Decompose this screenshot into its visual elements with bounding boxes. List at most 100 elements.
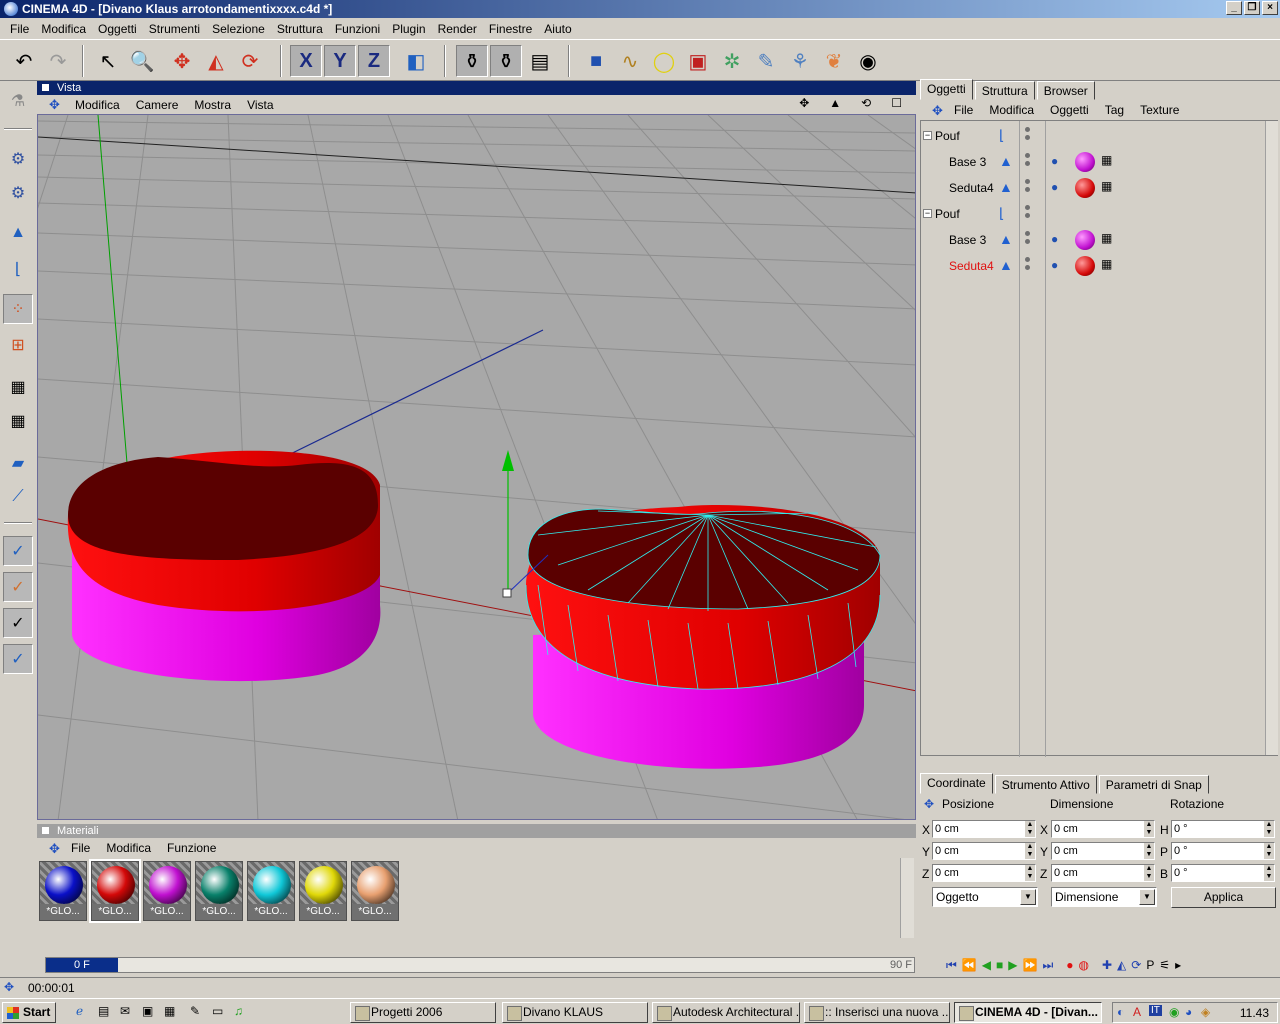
task-divano-klaus[interactable]: Divano KLAUS	[502, 1002, 648, 1023]
task-autodesk[interactable]: Autodesk Architectural ...	[652, 1002, 800, 1023]
rotate-icon[interactable]: ⟳	[234, 45, 266, 77]
redo-icon[interactable]: ↷	[42, 45, 74, 77]
planar-workplane-icon[interactable]: ▰	[3, 448, 33, 478]
objects-menu-texture[interactable]: Texture	[1132, 103, 1187, 117]
position-y-input[interactable]: 0 cm ▲ ▼	[932, 842, 1036, 860]
sound-icon[interactable]: ◉	[852, 45, 884, 77]
uvw-tag-icon[interactable]: ▦	[1101, 153, 1112, 167]
antivirus-tray-icon[interactable]: ◉	[1169, 1005, 1179, 1019]
size-y-input[interactable]: 0 cm ▲ ▼	[1051, 842, 1155, 860]
viewport-menu-modifica[interactable]: Modifica	[67, 98, 128, 112]
tree-row[interactable]: Base 3 ▲ ● ▦	[921, 151, 1261, 173]
menu-modifica[interactable]: Modifica	[35, 22, 92, 36]
select-arrow-icon[interactable]: ↖	[92, 45, 124, 77]
collapse-icon[interactable]: −	[923, 209, 932, 218]
menu-render[interactable]: Render	[432, 22, 483, 36]
next-key-icon[interactable]: ⏩	[1022, 958, 1037, 972]
position-key-icon[interactable]: ✚	[1102, 958, 1112, 972]
material-swatch[interactable]: *GLO...	[351, 861, 399, 921]
size-x-input[interactable]: 0 cm ▲ ▼	[1051, 820, 1155, 838]
array-icon[interactable]: ✲	[716, 45, 748, 77]
go-to-end-icon[interactable]: ⏭	[1042, 958, 1053, 973]
3d-viewport[interactable]	[37, 114, 916, 820]
position-x-input[interactable]: 0 cm ▲ ▼	[932, 820, 1036, 838]
x-axis-lock-icon[interactable]: X	[290, 45, 322, 77]
start-button[interactable]: Start	[2, 1002, 56, 1023]
rotation-key-icon[interactable]: ⟳	[1131, 958, 1141, 972]
materials-menu-file[interactable]: File	[63, 841, 98, 855]
media-quicklaunch-icon[interactable]: ▭	[212, 1004, 223, 1018]
camera-tool-icon[interactable]: ⚙	[3, 144, 33, 174]
tab-struttura[interactable]: Struttura	[974, 81, 1035, 100]
objects-menu-oggetti[interactable]: Oggetti	[1042, 103, 1097, 117]
phong-tag-icon[interactable]: ●	[1051, 180, 1058, 194]
auto-key-icon[interactable]: ◍	[1079, 958, 1089, 972]
maximize-view-icon[interactable]: ☐	[883, 96, 910, 110]
menu-plugin[interactable]: Plugin	[386, 22, 431, 36]
viewport-menu-mostra[interactable]: Mostra	[186, 98, 239, 112]
nurbs-icon[interactable]: ◯	[648, 45, 680, 77]
undo-icon[interactable]: ↶	[8, 45, 40, 77]
material-tag-icon[interactable]	[1075, 256, 1095, 276]
collapse-icon[interactable]: −	[923, 131, 932, 140]
render-view-icon[interactable]: ⚱	[456, 45, 488, 77]
timeline-slider[interactable]: 0 F 90 F	[45, 957, 915, 973]
pan-view-icon[interactable]: ✥	[791, 96, 817, 110]
camera-icon[interactable]: ⚘	[784, 45, 816, 77]
points-mode-icon[interactable]: ⁘	[3, 294, 33, 324]
phong-tag-icon[interactable]: ●	[1051, 154, 1058, 168]
outlook-quicklaunch-icon[interactable]: ✉	[120, 1004, 130, 1018]
acrobat-tray-icon[interactable]: A	[1133, 1005, 1141, 1019]
menu-oggetti[interactable]: Oggetti	[92, 22, 143, 36]
scale-key-icon[interactable]: ◭	[1117, 958, 1126, 972]
enable-axis-icon[interactable]: ✓	[3, 536, 33, 566]
material-tag-icon[interactable]	[1075, 178, 1095, 198]
task-progetti[interactable]: Progetti 2006	[350, 1002, 496, 1023]
object-tree-scrollbar[interactable]	[1265, 121, 1278, 755]
desktop-quicklaunch-icon[interactable]: ▣	[142, 1004, 153, 1018]
restore-button[interactable]: ❐	[1244, 1, 1260, 15]
parameter-key-icon[interactable]: P	[1146, 958, 1154, 972]
object-axis-icon[interactable]: ⌊	[3, 254, 33, 284]
zoom-icon[interactable]: 🔍	[126, 45, 158, 77]
play-forward-icon[interactable]: ▶	[1008, 958, 1017, 972]
scene-icon[interactable]: ❦	[818, 45, 850, 77]
rotation-h-input[interactable]: 0 ° ▲ ▼	[1171, 820, 1275, 838]
materials-menu-modifica[interactable]: Modifica	[98, 841, 159, 855]
menu-struttura[interactable]: Struttura	[271, 22, 329, 36]
objects-menu-modifica[interactable]: Modifica	[981, 103, 1042, 117]
material-swatch[interactable]: *GLO...	[39, 861, 87, 921]
render-active-icon[interactable]: ⚱	[490, 45, 522, 77]
tab-oggetti[interactable]: Oggetti	[920, 79, 973, 100]
materials-menu-funzione[interactable]: Funzione	[159, 841, 224, 855]
tree-row[interactable]: Base 3 ▲ ● ▦	[921, 229, 1261, 251]
go-to-start-icon[interactable]: ⏮	[946, 958, 957, 973]
deformer-icon[interactable]: ▣	[682, 45, 714, 77]
animation-mode-icon[interactable]: ✓	[3, 608, 33, 638]
texture-axis-icon[interactable]: ▦	[3, 406, 33, 436]
tab-parametri-snap[interactable]: Parametri di Snap	[1098, 775, 1209, 794]
menu-strumenti[interactable]: Strumenti	[143, 22, 206, 36]
object-panel-icon[interactable]: ✥	[924, 103, 951, 119]
light-icon[interactable]: ✎	[750, 45, 782, 77]
uvw-tag-icon[interactable]: ▦	[1101, 257, 1112, 271]
close-button[interactable]: ×	[1262, 1, 1278, 15]
tab-coordinate[interactable]: Coordinate	[920, 773, 993, 794]
language-tray-icon[interactable]: IT	[1149, 1005, 1162, 1016]
size-mode-select[interactable]: Dimensione ▼	[1051, 887, 1157, 907]
rotation-p-input[interactable]: 0 ° ▲ ▼	[1171, 842, 1275, 860]
viewport-menu-vista[interactable]: Vista	[239, 98, 281, 112]
tab-browser[interactable]: Browser	[1036, 81, 1095, 100]
menu-selezione[interactable]: Selezione	[206, 22, 271, 36]
object-tool-icon[interactable]: ⚙	[3, 178, 33, 208]
volume-tray-icon[interactable]: ◕	[1185, 1005, 1192, 1019]
material-swatch[interactable]: *GLO...	[247, 861, 295, 921]
cube-primitive-icon[interactable]: ■	[580, 45, 612, 77]
menu-finestre[interactable]: Finestre	[483, 22, 538, 36]
ie-quicklaunch-icon[interactable]: ℯ	[76, 1004, 83, 1018]
uvw-tag-icon[interactable]: ▦	[1101, 179, 1112, 193]
position-z-input[interactable]: 0 cm ▲ ▼	[932, 864, 1036, 882]
play-backward-icon[interactable]: ◀	[982, 958, 991, 972]
y-axis-lock-icon[interactable]: Y	[324, 45, 356, 77]
tree-row[interactable]: Seduta4 ▲ ● ▦	[921, 177, 1261, 199]
